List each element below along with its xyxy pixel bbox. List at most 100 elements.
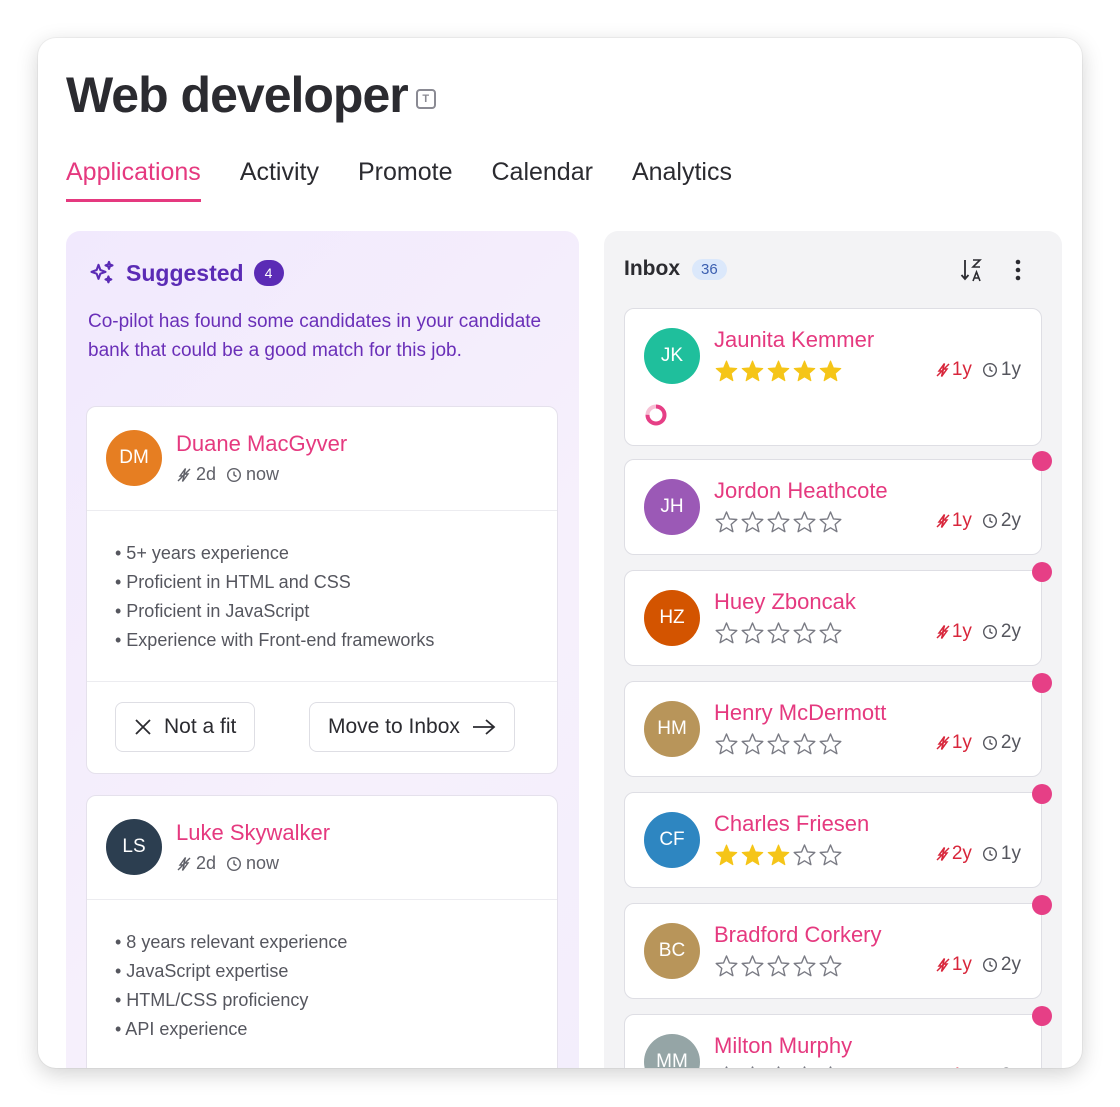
star-empty-icon[interactable] — [714, 510, 739, 535]
star-rating[interactable] — [714, 954, 843, 979]
skill-item: • Proficient in HTML and CSS — [115, 572, 351, 592]
star-rating[interactable] — [714, 621, 843, 646]
star-empty-icon[interactable] — [740, 510, 765, 535]
skills-list: • 5+ years experience • Proficient in HT… — [87, 511, 557, 655]
star-empty-icon[interactable] — [714, 732, 739, 757]
candidate-name[interactable]: Milton Murphy — [714, 1033, 852, 1059]
progress-ring-svg — [645, 404, 667, 426]
template-icon[interactable]: T — [415, 89, 436, 109]
avatar: LS — [106, 819, 162, 875]
candidate-name[interactable]: Henry McDermott — [714, 700, 886, 726]
lightning-icon — [936, 514, 950, 528]
star-empty-icon[interactable] — [740, 621, 765, 646]
star-rating[interactable] — [714, 843, 843, 868]
star-empty-icon[interactable] — [818, 954, 843, 979]
skill-item: • JavaScript expertise — [115, 961, 289, 981]
star-empty-icon[interactable] — [766, 1065, 791, 1068]
applied-time: 1y — [935, 510, 972, 532]
star-empty-icon[interactable] — [818, 843, 843, 868]
star-filled-icon[interactable] — [740, 843, 765, 868]
star-empty-icon[interactable] — [740, 732, 765, 757]
star-empty-icon[interactable] — [766, 510, 791, 535]
candidate-name[interactable]: Huey Zboncak — [714, 589, 856, 615]
star-empty-icon[interactable] — [766, 732, 791, 757]
candidate-name[interactable]: Jaunita Kemmer — [714, 327, 874, 353]
star-rating[interactable] — [714, 732, 843, 757]
applied-time: 1y — [935, 954, 972, 976]
clock-icon — [982, 513, 997, 529]
move-to-inbox-button[interactable]: Move to Inbox — [309, 702, 515, 752]
not-a-fit-label: Not a fit — [164, 715, 237, 738]
inbox-panel: Inbox 36 JK Jaunita Kemmer 1y 1y JH Jordon He… — [604, 231, 1062, 1068]
tab-calendar[interactable]: Calendar — [491, 158, 592, 202]
applied-time: 2d — [196, 853, 217, 873]
clock-icon — [982, 362, 997, 378]
inbox-header: Inbox 36 — [624, 257, 727, 281]
star-filled-icon[interactable] — [792, 359, 817, 384]
star-empty-icon[interactable] — [792, 732, 817, 757]
star-filled-icon[interactable] — [714, 843, 739, 868]
star-empty-icon[interactable] — [740, 954, 765, 979]
candidate-name[interactable]: Jordon Heathcote — [714, 478, 888, 504]
star-rating[interactable] — [714, 359, 843, 384]
skill-item: • HTML/CSS proficiency — [115, 990, 309, 1010]
tab-applications[interactable]: Applications — [66, 158, 201, 202]
star-empty-icon[interactable] — [792, 843, 817, 868]
inbox-title: Inbox — [624, 257, 680, 280]
inbox-candidate-card[interactable]: JH Jordon Heathcote 1y 2y — [624, 451, 1052, 555]
star-filled-icon[interactable] — [818, 359, 843, 384]
candidate-name[interactable]: Bradford Corkery — [714, 922, 882, 948]
clock-icon — [982, 624, 997, 640]
candidate-name[interactable]: Duane MacGyver — [176, 431, 347, 457]
suggested-count-badge: 4 — [253, 260, 284, 286]
inbox-candidate-card[interactable]: CF Charles Friesen 2y 1y — [624, 784, 1052, 888]
star-rating[interactable] — [714, 510, 843, 535]
more-vertical-icon[interactable] — [1014, 257, 1022, 283]
star-empty-icon[interactable] — [714, 621, 739, 646]
star-empty-icon[interactable] — [818, 621, 843, 646]
sort-az-icon[interactable] — [960, 257, 984, 283]
avatar: MM — [644, 1034, 700, 1068]
candidate-meta: 2y 1y — [935, 843, 1021, 865]
star-empty-icon[interactable] — [792, 954, 817, 979]
star-empty-icon[interactable] — [792, 621, 817, 646]
inbox-candidate-card[interactable]: HZ Huey Zboncak 1y 2y — [624, 562, 1052, 666]
inbox-candidate-card[interactable]: BC Bradford Corkery 1y 2y — [624, 895, 1052, 999]
tab-activity[interactable]: Activity — [240, 158, 319, 202]
avatar: BC — [644, 923, 700, 979]
avatar: JK — [644, 328, 700, 384]
candidate-name[interactable]: Charles Friesen — [714, 811, 869, 837]
star-empty-icon[interactable] — [818, 510, 843, 535]
star-filled-icon[interactable] — [766, 843, 791, 868]
skill-item: • API experience — [115, 1019, 248, 1039]
star-empty-icon[interactable] — [818, 1065, 843, 1068]
candidate-actions: Not a fit Move to Inbox — [87, 681, 557, 773]
last-activity-time: now — [246, 464, 280, 484]
inbox-candidate-card[interactable]: HM Henry McDermott 1y 2y — [624, 673, 1052, 777]
inbox-candidate-card[interactable]: MM Milton Murphy 1y 2y — [624, 1006, 1052, 1068]
star-empty-icon[interactable] — [766, 621, 791, 646]
candidate-meta: 1y 2y — [935, 732, 1021, 754]
lightning-icon — [936, 958, 950, 972]
inbox-candidate-card[interactable]: JK Jaunita Kemmer 1y 1y — [624, 308, 1042, 446]
lightning-icon — [177, 467, 191, 482]
sparkles-icon — [90, 260, 114, 284]
tab-analytics[interactable]: Analytics — [632, 158, 732, 202]
star-filled-icon[interactable] — [740, 359, 765, 384]
star-empty-icon[interactable] — [740, 1065, 765, 1068]
star-empty-icon[interactable] — [766, 954, 791, 979]
lightning-icon — [936, 736, 950, 750]
star-empty-icon[interactable] — [792, 1065, 817, 1068]
star-empty-icon[interactable] — [714, 1065, 739, 1068]
tab-promote[interactable]: Promote — [358, 158, 452, 202]
star-empty-icon[interactable] — [818, 732, 843, 757]
star-filled-icon[interactable] — [714, 359, 739, 384]
applied-time: 2d — [196, 464, 217, 484]
star-filled-icon[interactable] — [766, 359, 791, 384]
star-empty-icon[interactable] — [792, 510, 817, 535]
skill-item: • 5+ years experience — [115, 543, 289, 563]
star-empty-icon[interactable] — [714, 954, 739, 979]
star-rating[interactable] — [714, 1065, 843, 1068]
candidate-name[interactable]: Luke Skywalker — [176, 820, 330, 846]
not-a-fit-button[interactable]: Not a fit — [115, 702, 256, 752]
